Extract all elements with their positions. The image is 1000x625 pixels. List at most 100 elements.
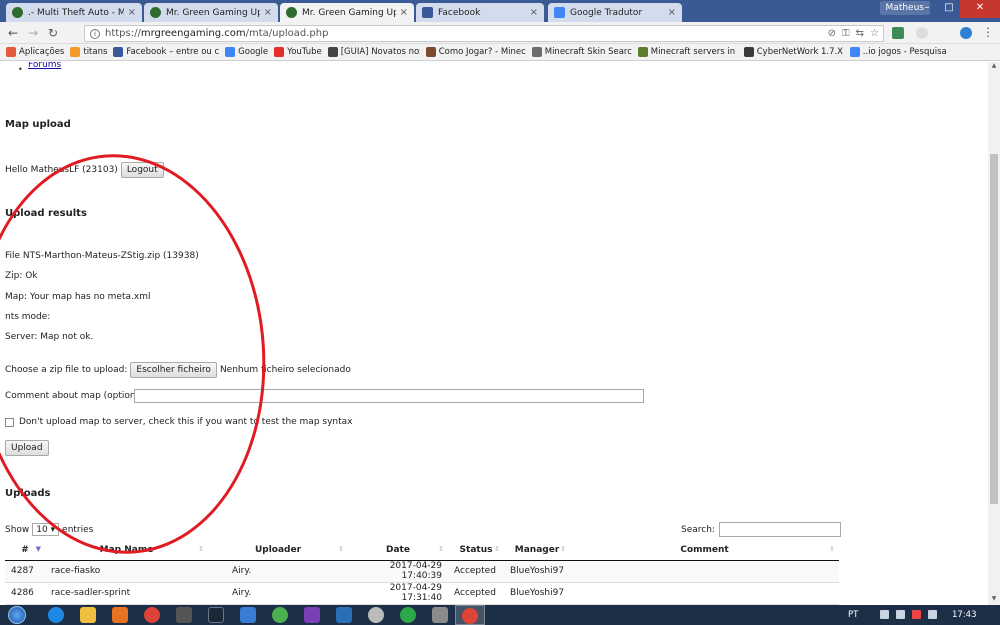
app-icon[interactable] <box>240 607 256 623</box>
logout-button[interactable]: Logout <box>120 162 164 178</box>
close-icon[interactable]: × <box>400 7 408 18</box>
chrome-taskbar-active[interactable] <box>455 605 485 625</box>
app-icon[interactable] <box>272 607 288 623</box>
app-icon[interactable] <box>368 607 384 623</box>
sort-icon: ⇕ <box>438 545 444 553</box>
address-bar[interactable]: i https://mrgreengaming.com/mta/upload.p… <box>84 25 884 42</box>
close-icon[interactable]: × <box>264 7 272 18</box>
bookmark-item[interactable]: titans <box>70 47 107 57</box>
scroll-up-icon[interactable]: ▲ <box>988 62 1000 72</box>
blocked-popup-icon[interactable]: ⊘ <box>828 28 836 39</box>
bookmark-item[interactable]: Google <box>225 47 268 57</box>
extension-icon[interactable] <box>960 27 972 39</box>
reload-icon[interactable]: ↻ <box>48 26 58 40</box>
steam-icon[interactable] <box>208 607 224 623</box>
translate-icon[interactable]: ⇆ <box>856 28 864 39</box>
extension-icon[interactable] <box>916 27 928 39</box>
start-button[interactable] <box>2 605 32 625</box>
scroll-down-icon[interactable]: ▼ <box>988 595 1000 605</box>
nts-mode: nts mode: <box>5 312 51 322</box>
tab-google-translate[interactable]: Google Tradutor × <box>548 3 682 22</box>
tab-mrgreen-1[interactable]: Mr. Green Gaming Uploa × <box>144 3 278 22</box>
bookmark-item[interactable]: Minecraft Skin Search <box>531 47 632 57</box>
cell-manager: BlueYoshi97 <box>504 582 571 605</box>
app-icon[interactable] <box>304 607 320 623</box>
bookmark-item[interactable]: Minecraft servers in B <box>637 47 738 57</box>
choose-file-button[interactable]: Escolher ficheiro <box>130 362 217 378</box>
table-row[interactable]: 4286 race-sadler-sprint Airy. 2017-04-29… <box>5 582 839 605</box>
skin-search-icon <box>531 47 542 57</box>
info-icon[interactable]: i <box>90 28 100 39</box>
chrome-icon[interactable] <box>144 607 160 623</box>
windows-logo-icon <box>8 606 26 624</box>
guide-icon <box>327 47 338 57</box>
table-row[interactable]: 4287 race-fiasko Airy. 2017-04-29 17:40:… <box>5 560 839 583</box>
back-arrow-icon[interactable]: ← <box>8 26 18 40</box>
bookmarks-bar: Aplicações titans Facebook – entre ou c … <box>0 44 1000 61</box>
search-input[interactable] <box>718 522 841 537</box>
bookmark-item[interactable]: [GUIA] Novatos nos S <box>327 47 420 57</box>
uploads-table: # ▼ Map Name ⇕ Uploader ⇕ Date ⇕ Status ⇕ Man… <box>5 540 839 605</box>
tab-title: Google Tradutor <box>570 7 643 18</box>
app-icon[interactable] <box>432 607 448 623</box>
tab-mta[interactable]: .- Multi Theft Auto - Mr × <box>6 3 142 22</box>
bookmark-star-icon[interactable]: ☆ <box>870 28 879 39</box>
col-id[interactable]: # ▼ <box>5 540 45 561</box>
col-comment[interactable]: Comment ⇕ <box>570 540 839 561</box>
hello-row: Hello MatheusLF (23103) Logout <box>5 162 164 178</box>
folder-icon[interactable] <box>80 607 96 623</box>
bookmark-item[interactable]: ..io jogos - Pesquisa G <box>849 47 950 57</box>
internet-explorer-icon[interactable] <box>48 607 64 623</box>
col-map-name[interactable]: Map Name ⇕ <box>45 540 208 561</box>
facebook-icon <box>422 7 433 18</box>
clock[interactable]: 17:43 <box>952 610 977 620</box>
forward-arrow-icon[interactable]: → <box>28 26 38 40</box>
bookmark-item[interactable]: CyberNetWork 1.7.X e <box>743 47 844 57</box>
google-icon <box>849 47 860 57</box>
app-icon[interactable] <box>400 607 416 623</box>
tab-title: Mr. Green Gaming Uploa <box>166 7 260 18</box>
bookmark-item[interactable]: YouTube <box>274 47 322 57</box>
app-icon[interactable] <box>176 607 192 623</box>
col-uploader[interactable]: Uploader ⇕ <box>208 540 348 561</box>
tab-mrgreen-active[interactable]: Mr. Green Gaming Uploa × <box>280 3 414 22</box>
bookmark-item[interactable]: Como Jogar? - Minec <box>425 47 526 57</box>
close-icon[interactable]: × <box>668 7 676 18</box>
col-status[interactable]: Status ⇕ <box>448 540 504 561</box>
facebook-icon <box>113 47 124 57</box>
close-icon[interactable]: × <box>530 7 538 18</box>
col-date[interactable]: Date ⇕ <box>348 540 448 561</box>
dont-upload-checkbox[interactable] <box>5 417 14 427</box>
menu-icon[interactable]: ⋮ <box>982 25 994 39</box>
uploads-heading: Uploads <box>5 488 51 499</box>
entries-label: entries <box>62 524 94 535</box>
mrgreen-icon <box>150 7 161 18</box>
entries-select[interactable]: 10 ▾ <box>32 523 60 536</box>
media-player-icon[interactable] <box>112 607 128 623</box>
zip-status: Zip: Ok <box>5 271 38 281</box>
minimize-button[interactable]: – <box>916 0 938 18</box>
network-icon[interactable] <box>896 610 905 619</box>
page-content: • Forums Map upload Hello MatheusLF (231… <box>0 62 988 605</box>
forums-link[interactable]: Forums <box>28 62 61 70</box>
comment-input[interactable] <box>134 389 644 403</box>
app-icon[interactable] <box>336 607 352 623</box>
extension-icon[interactable] <box>892 27 904 39</box>
key-icon[interactable]: ⚿ <box>842 28 850 39</box>
language-indicator[interactable]: PT <box>848 610 858 620</box>
close-icon[interactable]: × <box>128 7 136 18</box>
upload-button[interactable]: Upload <box>5 440 49 456</box>
scrollbar-thumb[interactable] <box>990 154 998 504</box>
sort-desc-icon: ▼ <box>35 545 41 553</box>
col-manager[interactable]: Manager ⇕ <box>504 540 571 561</box>
window-close-button[interactable]: ✕ <box>960 0 1000 18</box>
volume-muted-icon[interactable] <box>912 610 921 619</box>
apps-grid-icon <box>6 47 16 57</box>
page-scrollbar[interactable]: ▲ ▼ <box>988 62 1000 605</box>
tray-arrow-icon[interactable] <box>880 610 889 619</box>
bookmark-apps[interactable]: Aplicações <box>6 47 64 57</box>
notification-icon[interactable] <box>928 610 937 619</box>
maximize-button[interactable]: □ <box>938 0 960 18</box>
tab-facebook[interactable]: Facebook × <box>416 3 544 22</box>
bookmark-item[interactable]: Facebook – entre ou c <box>113 47 219 57</box>
